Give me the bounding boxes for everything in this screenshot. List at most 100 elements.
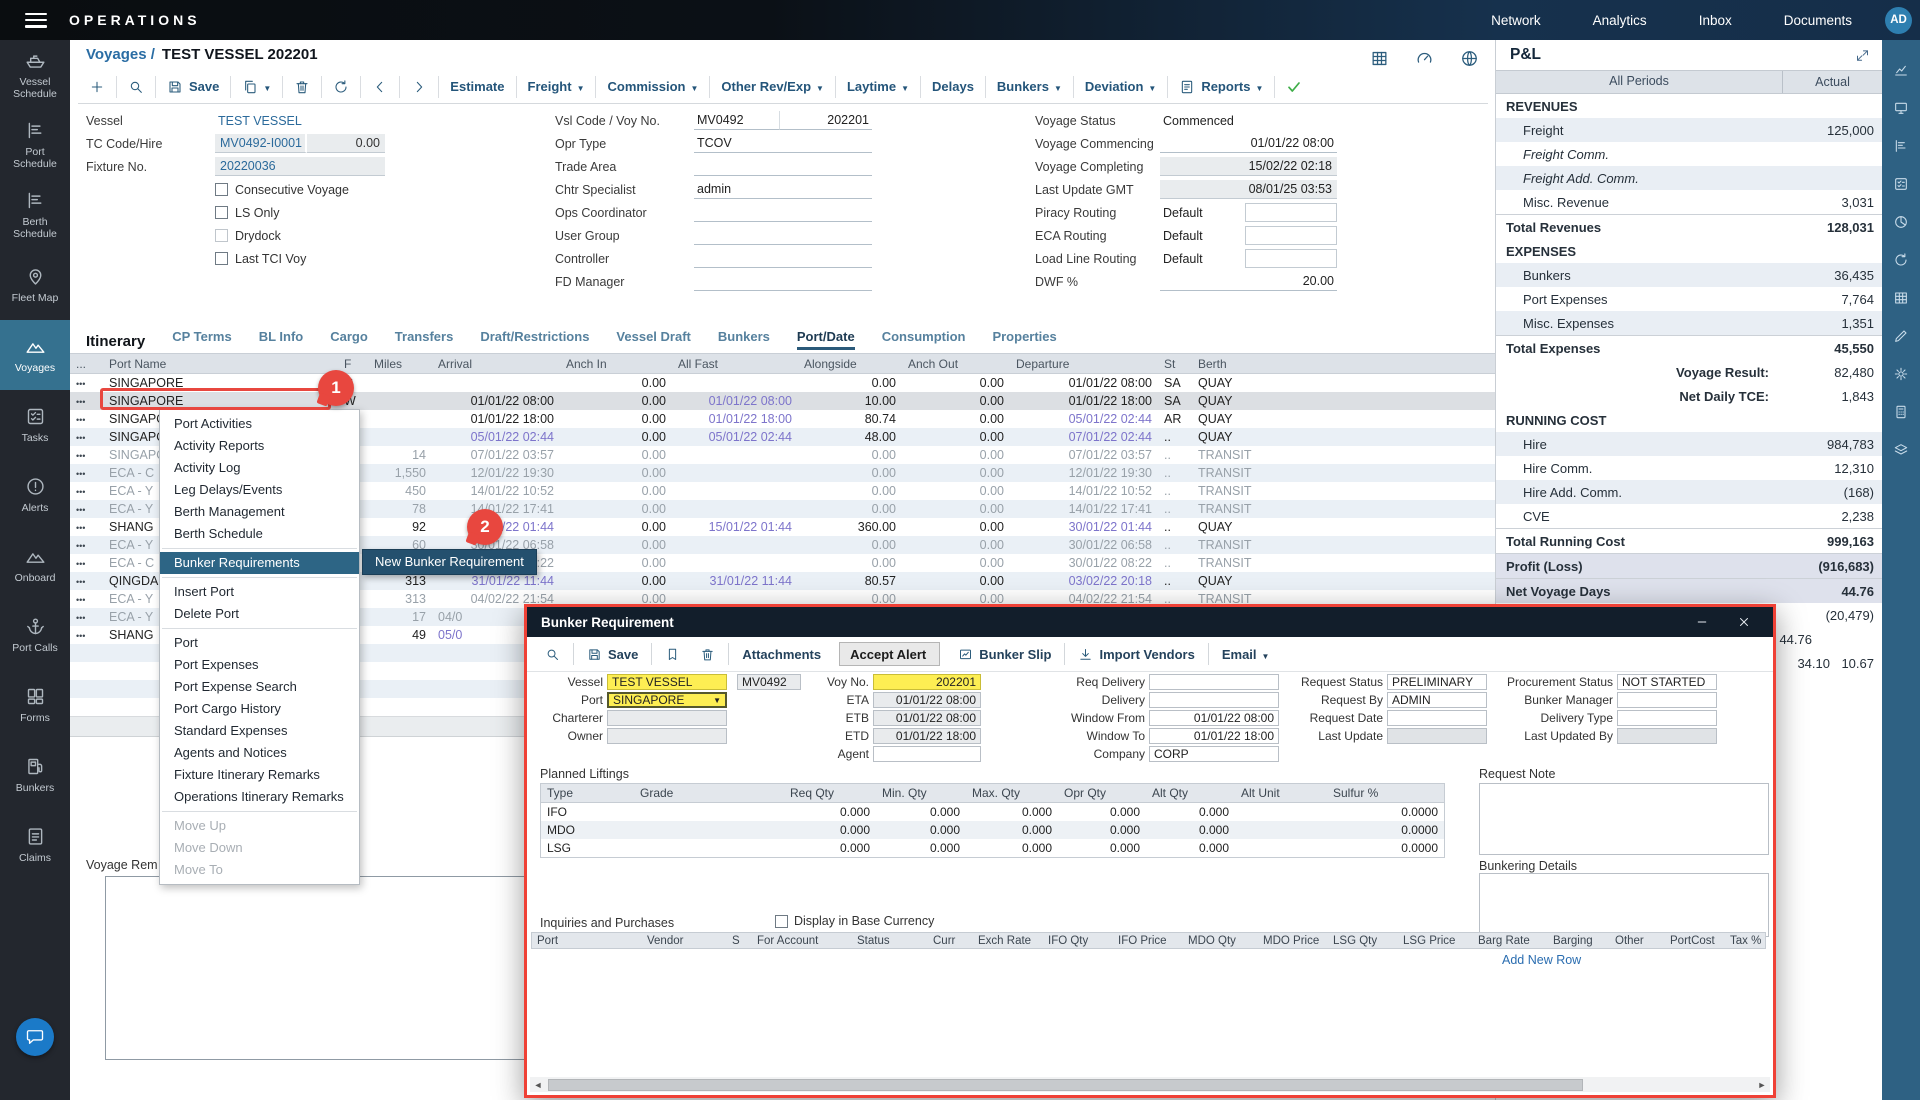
checkbox[interactable] — [215, 183, 228, 196]
field-value[interactable] — [694, 249, 872, 268]
field-value-2[interactable] — [1245, 226, 1337, 245]
panel-monitor-icon[interactable] — [1893, 100, 1909, 116]
accept-alert-button[interactable]: Accept Alert — [839, 642, 940, 666]
panel-pie-icon[interactable] — [1893, 214, 1909, 230]
row-menu-button[interactable] — [70, 394, 103, 408]
context-menu-item[interactable]: Berth Schedule — [160, 523, 359, 545]
field-value[interactable]: 08/01/25 03:53 — [1160, 180, 1337, 199]
context-menu-item[interactable]: Move To — [160, 859, 359, 881]
field-input[interactable] — [1617, 710, 1717, 726]
checkbox-row[interactable]: Last TCI Voy — [215, 247, 349, 270]
topnav-item[interactable]: Analytics — [1593, 13, 1647, 28]
new-bunker-requirement-menu-item[interactable]: New Bunker Requirement — [362, 549, 537, 575]
row-menu-button[interactable] — [70, 538, 103, 552]
field-input[interactable]: 01/01/22 18:00 — [873, 728, 981, 744]
panel-schedule-icon[interactable] — [1893, 138, 1909, 154]
scrollbar-thumb[interactable] — [548, 1079, 1583, 1091]
row-menu-button[interactable] — [70, 502, 103, 516]
field-input[interactable]: 01/01/22 08:00 — [1149, 710, 1279, 726]
panel-line-chart-icon[interactable] — [1893, 62, 1909, 78]
delays-button[interactable]: Delays — [921, 76, 986, 98]
context-menu-item[interactable]: Agents and Notices — [160, 742, 359, 764]
sidebar-item-forms[interactable]: Forms — [0, 670, 70, 740]
panel-grid-icon[interactable] — [1893, 290, 1909, 306]
field-input[interactable] — [607, 728, 727, 744]
row-menu-button[interactable] — [70, 484, 103, 498]
field-input[interactable] — [873, 746, 981, 762]
laytime-menu[interactable]: Laytime — [836, 76, 921, 98]
sidebar-item-port-schedule[interactable]: Port Schedule — [0, 110, 70, 180]
field-value[interactable]: 01/01/22 08:00 — [1160, 134, 1337, 153]
row-menu-button[interactable] — [70, 412, 103, 426]
breadcrumb-section[interactable]: Voyages / — [86, 46, 155, 63]
field-input[interactable] — [1617, 728, 1717, 744]
row-menu-button[interactable] — [70, 430, 103, 444]
field-input[interactable] — [1149, 692, 1279, 708]
pnl-scenario-header[interactable]: Actual — [1783, 75, 1882, 89]
row-menu-button[interactable] — [70, 376, 103, 390]
itinerary-tab[interactable]: Port/Date — [797, 329, 855, 350]
scroll-left-icon[interactable] — [530, 1080, 546, 1090]
field-value-2[interactable]: 0.00 — [307, 134, 385, 153]
reports-menu[interactable]: Reports — [1168, 76, 1275, 98]
field-aux-input[interactable]: MV0492 — [737, 674, 801, 690]
checkbox[interactable] — [215, 206, 228, 219]
field-input[interactable]: ADMIN — [1387, 692, 1487, 708]
context-menu-item[interactable]: Port Cargo History — [160, 698, 359, 720]
field-value[interactable]: TEST VESSEL — [215, 111, 385, 130]
field-input[interactable]: PRELIMINARY — [1387, 674, 1487, 690]
modal-note-button[interactable] — [655, 643, 690, 665]
save-button[interactable]: Save — [156, 76, 231, 98]
scroll-right-icon[interactable] — [1754, 1080, 1770, 1090]
add-new-row-link[interactable]: Add New Row — [1502, 953, 1581, 967]
context-menu-item[interactable]: Move Down — [160, 837, 359, 859]
context-menu-item[interactable]: Move Up — [160, 815, 359, 837]
field-input[interactable]: SINGAPORE — [607, 692, 727, 708]
context-menu-item[interactable]: Activity Log — [160, 457, 359, 479]
deviation-menu[interactable]: Deviation — [1074, 76, 1168, 98]
prev-button[interactable] — [361, 76, 400, 98]
menu-icon[interactable] — [25, 13, 47, 28]
itinerary-tab[interactable]: Draft/Restrictions — [480, 329, 589, 350]
row-menu-button[interactable] — [70, 448, 103, 462]
checkbox[interactable] — [215, 252, 228, 265]
panel-gear-icon[interactable] — [1893, 366, 1909, 382]
context-menu-item[interactable] — [160, 625, 359, 632]
field-value[interactable]: Default — [1160, 249, 1245, 268]
topnav-item[interactable]: Inbox — [1699, 13, 1732, 28]
itinerary-tab[interactable]: Vessel Draft — [616, 329, 690, 350]
itinerary-tab[interactable]: Consumption — [882, 329, 966, 350]
lifting-row[interactable]: LSG 0.000 0.000 0.000 0.000 0.000 0.0000 — [541, 839, 1444, 857]
itinerary-tab[interactable]: Properties — [992, 329, 1056, 350]
context-menu-item[interactable]: Port — [160, 632, 359, 654]
field-value[interactable]: admin — [694, 180, 872, 199]
commission-menu[interactable]: Commission — [596, 76, 710, 98]
itinerary-tab[interactable]: BL Info — [259, 329, 304, 350]
context-menu-item[interactable]: Bunker Requirements — [160, 552, 359, 574]
modal-save-button[interactable]: Save — [577, 643, 652, 665]
topnav-item[interactable]: Documents — [1784, 13, 1852, 28]
context-menu-item[interactable]: Leg Delays/Events — [160, 479, 359, 501]
row-menu-button[interactable] — [70, 628, 103, 642]
row-menu-button[interactable] — [70, 520, 103, 534]
field-input[interactable]: 01/01/22 18:00 — [1149, 728, 1279, 744]
field-input[interactable]: 01/01/22 08:00 — [873, 692, 981, 708]
sidebar-item-berth-schedule[interactable]: Berth Schedule — [0, 180, 70, 250]
copy-button[interactable] — [231, 76, 283, 98]
checkbox-row[interactable]: Drydock — [215, 224, 349, 247]
sidebar-item-alerts[interactable]: Alerts — [0, 460, 70, 530]
field-input[interactable]: TEST VESSEL — [607, 674, 727, 690]
field-input[interactable]: 01/01/22 08:00 — [873, 710, 981, 726]
context-menu-item[interactable]: Activity Reports — [160, 435, 359, 457]
field-input[interactable]: CORP — [1149, 746, 1279, 762]
sidebar-item-fleet-map[interactable]: Fleet Map — [0, 250, 70, 320]
field-value-2[interactable]: 202201 — [780, 111, 872, 130]
context-menu-item[interactable]: Port Expenses — [160, 654, 359, 676]
itinerary-tab[interactable]: CP Terms — [172, 329, 232, 350]
display-base-currency-row[interactable]: Display in Base Currency — [775, 914, 934, 928]
field-value[interactable] — [694, 226, 872, 245]
context-menu-item[interactable] — [160, 808, 359, 815]
field-value-2[interactable] — [1245, 249, 1337, 268]
estimate-button[interactable]: Estimate — [439, 76, 516, 98]
panel-edit-icon[interactable] — [1893, 328, 1909, 344]
